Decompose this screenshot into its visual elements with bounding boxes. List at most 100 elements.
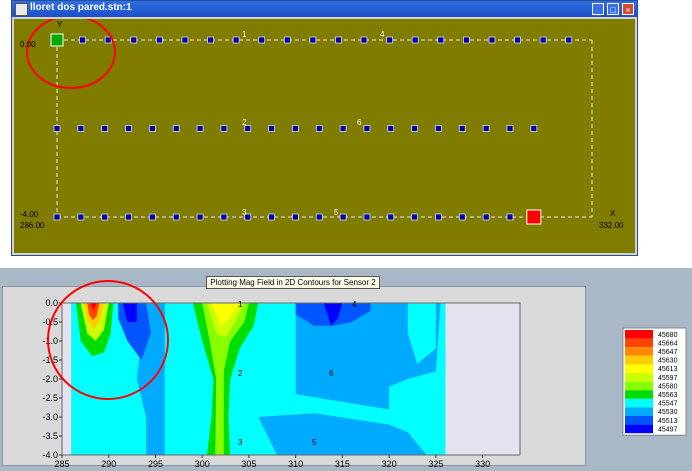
sensor-marker <box>292 125 299 132</box>
layout-svg <box>26 19 593 225</box>
sensor-marker <box>79 36 86 44</box>
chart-title: Plotting Mag Field in 2D Contours for Se… <box>206 276 380 289</box>
sensor-marker <box>232 36 240 44</box>
sensor-marker <box>101 125 109 132</box>
line-label-2: 2 <box>242 118 247 127</box>
legend-value: 45613 <box>658 366 678 373</box>
title-bar[interactable]: lloret dos pared.stn:1 _ □ × <box>12 1 637 17</box>
sensor-marker <box>155 36 163 44</box>
x-tick-label: 320 <box>382 459 397 469</box>
sensor-marker <box>181 36 189 44</box>
sensor-marker <box>77 125 85 132</box>
sensor-marker <box>258 36 266 44</box>
line-label-5: 5 <box>334 208 339 217</box>
sensor-marker <box>411 36 419 44</box>
line-label-3: 3 <box>242 208 247 217</box>
sensor-marker <box>435 125 442 132</box>
sensor-marker <box>411 125 419 132</box>
legend-value: 45530 <box>658 409 678 416</box>
line-label-6: 6 <box>357 118 362 127</box>
point-label-3: 3 <box>238 438 243 447</box>
station-window: lloret dos pared.stn:1 _ □ × Y 0.00 -4.0… <box>11 0 638 256</box>
legend-value: 45647 <box>658 349 678 356</box>
layout-plot[interactable]: Y 0.00 -4.00 286.00 X 332.00 1 4 2 6 3 5 <box>14 19 635 253</box>
axis-y-label: Y <box>57 20 63 29</box>
y-tick-label: -2.5 <box>42 393 58 403</box>
sensor-marker <box>283 36 291 44</box>
y-top-label: 0.00 <box>20 40 36 49</box>
start-marker <box>50 33 64 47</box>
x-tick-label: 330 <box>475 459 490 469</box>
legend-value: 45630 <box>658 358 678 365</box>
contour-svg: 285 290 295 300 305 310 315 320 325 3300.0-0.5-1.… <box>42 280 687 469</box>
legend-value: 45547 <box>658 401 678 408</box>
maximize-button[interactable]: □ <box>607 3 619 15</box>
point-label-6: 6 <box>329 369 334 378</box>
x-tick-label: 325 <box>428 459 443 469</box>
legend-swatch <box>625 416 653 425</box>
sensor-marker <box>220 125 228 132</box>
legend-swatch <box>625 398 653 408</box>
sensor-marker <box>309 36 317 44</box>
sensor-marker <box>458 125 466 132</box>
sensor-marker <box>148 213 156 221</box>
sensor-marker <box>387 125 395 132</box>
line-label-1: 1 <box>242 30 247 39</box>
legend-swatch <box>625 338 653 348</box>
line-label-4: 4 <box>380 30 385 39</box>
sensor-marker <box>101 213 109 221</box>
legend-swatch <box>625 381 653 391</box>
axis-x-label: X <box>610 209 616 218</box>
sensor-marker <box>339 125 347 132</box>
point-label-4: 4 <box>352 300 357 309</box>
sensor-marker <box>53 125 61 132</box>
sensor-marker <box>196 213 204 221</box>
x-tick-label: 305 <box>241 459 256 469</box>
sensor-marker <box>104 36 112 44</box>
end-marker <box>526 209 542 225</box>
sensor-marker <box>172 125 180 132</box>
sensor-marker <box>437 36 445 44</box>
legend-value: 45664 <box>658 340 678 347</box>
sensor-marker <box>207 36 214 44</box>
x-right-label: 332.00 <box>599 221 624 230</box>
sensor-marker <box>315 125 323 132</box>
sensor-marker <box>77 213 85 221</box>
sensor-marker <box>339 213 347 221</box>
sensor-marker <box>130 36 138 44</box>
x-tick-label: 295 <box>148 459 163 469</box>
y-tick-label: -4.0 <box>42 450 58 460</box>
sensor-marker <box>172 213 180 221</box>
x-tick-label: 315 <box>335 459 350 469</box>
sensor-marker <box>220 213 228 221</box>
x-tick-label: 290 <box>101 459 116 469</box>
sensor-marker <box>268 213 275 221</box>
x-tick-label: 300 <box>195 459 210 469</box>
close-button[interactable]: × <box>622 3 634 15</box>
window-title: lloret dos pared.stn:1 <box>30 2 132 13</box>
legend-swatch <box>625 347 653 356</box>
sensor-marker <box>530 125 538 132</box>
legend-value: 45563 <box>658 392 678 399</box>
legend-swatch <box>625 407 653 416</box>
sensor-marker <box>363 125 371 132</box>
legend-value: 45680 <box>658 332 678 339</box>
sensor-marker <box>435 213 442 221</box>
x-tick-label: 310 <box>288 459 303 469</box>
legend-value: 45597 <box>658 375 678 382</box>
sensor-marker <box>363 213 371 221</box>
sensor-marker <box>360 36 368 44</box>
sensor-marker <box>514 36 521 44</box>
legend-swatch <box>625 373 653 382</box>
minimize-button[interactable]: _ <box>592 3 604 15</box>
sensor-marker <box>565 36 573 44</box>
x-tick-label: 285 <box>54 459 69 469</box>
sensor-marker <box>125 125 132 132</box>
sensor-marker <box>506 125 514 132</box>
legend-value: 45497 <box>658 426 678 433</box>
sensor-marker <box>539 36 547 44</box>
legend-swatch <box>625 424 653 434</box>
highlight-circle <box>26 19 116 89</box>
sensor-marker <box>125 213 132 221</box>
sensor-marker <box>148 125 156 132</box>
